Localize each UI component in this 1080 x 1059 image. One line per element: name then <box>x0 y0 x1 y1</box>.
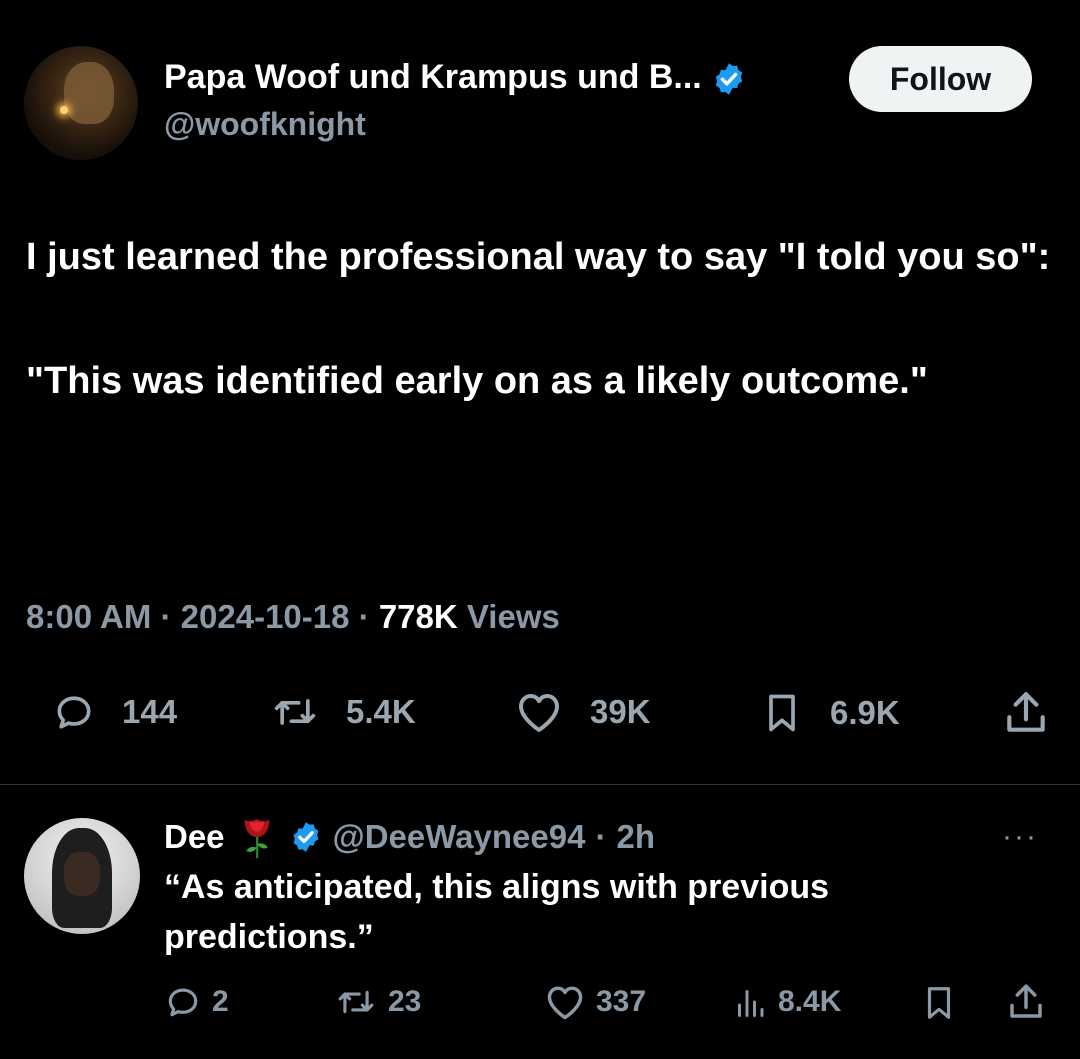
tweet-time[interactable]: 8:00 AM <box>26 598 151 635</box>
reply-author-name[interactable]: Dee <box>164 818 225 856</box>
reply-author-avatar[interactable] <box>24 818 140 934</box>
reply-reply-count: 2 <box>212 985 229 1018</box>
avatar-face <box>64 852 100 896</box>
repost-action[interactable]: 5.4K <box>270 690 416 734</box>
author-handle[interactable]: @woofknight <box>164 106 366 143</box>
reply-author-row: Dee @DeeWaynee94 · 2h <box>164 814 655 860</box>
share-icon <box>1007 692 1045 732</box>
follow-button[interactable]: Follow <box>849 46 1032 112</box>
repost-icon <box>274 699 316 725</box>
heart-icon <box>547 986 583 1020</box>
reply-views-action[interactable]: 8.4K <box>732 983 841 1021</box>
bookmark-action[interactable]: 6.9K <box>760 690 900 736</box>
views-label: Views <box>466 598 560 635</box>
reply-like-count: 337 <box>596 985 647 1018</box>
tweet-meta: 8:00 AM · 2024-10-18 · 778K Views <box>26 598 560 636</box>
reply-body: “As anticipated, this aligns with previo… <box>164 868 830 956</box>
author-name-row[interactable]: Papa Woof und Krampus und B... <box>164 58 747 97</box>
rose-emoji <box>244 819 269 859</box>
tweet-text-paragraph-1: I just learned the professional way to s… <box>26 236 1051 278</box>
repost-count: 5.4K <box>346 693 416 730</box>
reply-share-action[interactable] <box>1004 981 1048 1023</box>
reply-like-action[interactable]: 337 <box>544 983 646 1021</box>
views-count: 778K <box>378 598 458 635</box>
reply-age[interactable]: 2h <box>616 818 655 856</box>
reply-icon <box>57 696 91 729</box>
avatar-light <box>60 106 68 114</box>
author-avatar[interactable] <box>24 46 138 160</box>
views-icon <box>738 990 764 1017</box>
repost-icon <box>338 990 374 1014</box>
like-count: 39K <box>590 693 651 730</box>
more-options-icon[interactable]: ··· <box>1002 820 1038 854</box>
bookmark-icon <box>927 987 951 1019</box>
bookmark-icon <box>769 694 795 732</box>
reply-action[interactable]: 144 <box>52 690 177 734</box>
avatar-figure <box>64 62 114 124</box>
reply-bookmark-action[interactable] <box>920 983 958 1023</box>
meta-separator: · <box>595 818 607 855</box>
verified-badge-icon <box>293 822 319 852</box>
meta-separator: · <box>160 598 172 635</box>
reply-icon <box>168 988 198 1017</box>
tweet-text-paragraph-2: "This was identified early on as a likel… <box>26 360 928 402</box>
reply-count: 144 <box>122 693 178 730</box>
heart-icon <box>519 694 559 732</box>
author-display-name[interactable]: Papa Woof und Krampus und B... <box>164 58 702 96</box>
verified-badge-icon <box>715 63 743 95</box>
divider <box>0 784 1080 785</box>
reply-views-count: 8.4K <box>778 985 842 1018</box>
share-action[interactable] <box>1000 688 1052 738</box>
like-action[interactable]: 39K <box>514 690 651 734</box>
reply-reply-action[interactable]: 2 <box>164 983 229 1021</box>
reply-repost-count: 23 <box>388 985 422 1018</box>
tweet-body: I just learned the professional way to s… <box>26 226 1056 412</box>
reply-repost-action[interactable]: 23 <box>334 983 421 1021</box>
meta-separator: · <box>358 598 370 635</box>
share-icon <box>1010 984 1042 1018</box>
bookmark-count: 6.9K <box>830 694 900 731</box>
tweet-date[interactable]: 2024-10-18 <box>181 598 350 635</box>
reply-author-handle[interactable]: @DeeWaynee94 <box>333 818 586 856</box>
